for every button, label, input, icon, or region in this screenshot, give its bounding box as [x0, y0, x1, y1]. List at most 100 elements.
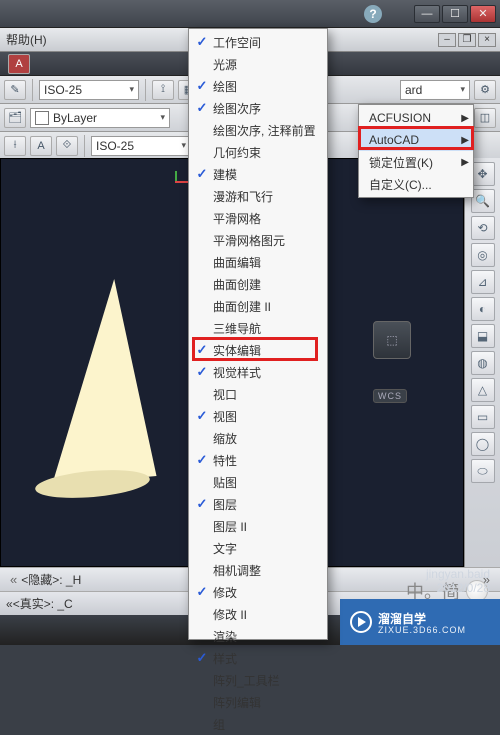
menu-item[interactable]: ✓绘图: [189, 75, 327, 97]
menu-item[interactable]: 绘图次序, 注释前置: [189, 119, 327, 141]
menu-item[interactable]: 平滑网格图元: [189, 229, 327, 251]
tool-icon[interactable]: ▭: [471, 405, 495, 429]
check-icon: ✓: [193, 165, 211, 183]
menu-item[interactable]: 图层 II: [189, 515, 327, 537]
tool-icon[interactable]: ⟟: [152, 80, 174, 100]
submenu-item[interactable]: 锁定位置(K)▶: [359, 151, 473, 173]
submenu-item[interactable]: AutoCAD▶: [359, 129, 473, 151]
close-button[interactable]: ✕: [470, 5, 496, 23]
menu-item[interactable]: 光源: [189, 53, 327, 75]
submenu-item[interactable]: 自定义(C)...: [359, 173, 473, 195]
nav-wheel-icon[interactable]: ◎: [471, 243, 495, 267]
menu-item[interactable]: 曲面创建: [189, 273, 327, 295]
menu-item-label: 视图: [213, 408, 319, 425]
menu-item-label: 建模: [213, 166, 319, 183]
separator: [145, 79, 146, 101]
check-icon: ✓: [193, 583, 211, 601]
tool-icon[interactable]: ⬭: [471, 459, 495, 483]
chevron-left-icon[interactable]: «: [6, 597, 13, 611]
check-icon: [193, 187, 211, 205]
menu-help[interactable]: 帮助(H): [6, 31, 47, 48]
submenu-arrow-icon: ▶: [461, 113, 469, 124]
menu-item[interactable]: ✓工作空间: [189, 31, 327, 53]
submenu-arrow-icon: ▶: [461, 135, 469, 146]
nav-zoom-icon[interactable]: 🔍: [471, 189, 495, 213]
maximize-button[interactable]: ☐: [442, 5, 468, 23]
menu-item[interactable]: 修改 II: [189, 603, 327, 625]
layer-combo[interactable]: ByLayer▾: [30, 108, 170, 128]
right-combo[interactable]: ard▾: [400, 80, 470, 100]
menu-item[interactable]: 曲面创建 II: [189, 295, 327, 317]
menu-item[interactable]: 几何约束: [189, 141, 327, 163]
menu-item[interactable]: ✓修改: [189, 581, 327, 603]
wcs-badge[interactable]: WCS: [373, 389, 407, 403]
dim-style-combo[interactable]: ISO-25▾: [39, 80, 139, 100]
app-menu-icon[interactable]: A: [8, 54, 30, 74]
tool-icon[interactable]: ⬓: [471, 324, 495, 348]
view-cube-face[interactable]: ⬚: [373, 321, 411, 359]
menu-item[interactable]: ✓视图: [189, 405, 327, 427]
tool-icon[interactable]: ✎: [4, 80, 26, 100]
menu-item[interactable]: 平滑网格: [189, 207, 327, 229]
tool-icon[interactable]: ◐: [471, 297, 495, 321]
menu-item[interactable]: 文字: [189, 537, 327, 559]
annotate-icon[interactable]: A: [30, 136, 52, 156]
menu-item[interactable]: ✓建模: [189, 163, 327, 185]
menu-item-label: 修改 II: [213, 606, 319, 623]
submenu-item-label: 自定义(C)...: [369, 176, 432, 193]
layer-state-icon[interactable]: 🗂: [4, 108, 26, 128]
tool-icon[interactable]: ⟐: [56, 136, 78, 156]
submenu-item-label: ACFUSION: [369, 111, 431, 125]
brand-sub: ZIXUE.3D66.COM: [378, 625, 466, 635]
tool-icon[interactable]: ◍: [471, 351, 495, 375]
check-icon: [193, 209, 211, 227]
tool-icon[interactable]: △: [471, 378, 495, 402]
menu-item[interactable]: 组: [189, 713, 327, 735]
menu-item[interactable]: 漫游和飞行: [189, 185, 327, 207]
menu-item[interactable]: ✓实体编辑: [189, 339, 327, 361]
menu-item[interactable]: ✓绘图次序: [189, 97, 327, 119]
mdi-minimize[interactable]: –: [438, 33, 456, 47]
menu-item[interactable]: 缩放: [189, 427, 327, 449]
menu-item-label: 平滑网格图元: [213, 232, 319, 249]
menu-item[interactable]: 曲面编辑: [189, 251, 327, 273]
user-date: 2012/0/28: [426, 581, 490, 595]
check-icon: ✓: [193, 495, 211, 513]
menu-item[interactable]: ✓图层: [189, 493, 327, 515]
check-icon: [193, 385, 211, 403]
play-icon: [350, 611, 372, 633]
menu-item[interactable]: 贴图: [189, 471, 327, 493]
menu-item[interactable]: 渲染: [189, 625, 327, 647]
mdi-restore[interactable]: ❐: [458, 33, 476, 47]
nav-pan-icon[interactable]: ✥: [471, 162, 495, 186]
toolbar-context-menu[interactable]: ✓工作空间光源✓绘图✓绘图次序绘图次序, 注释前置几何约束✓建模漫游和飞行平滑网…: [188, 28, 328, 640]
menu-item[interactable]: 相机调整: [189, 559, 327, 581]
help-icon[interactable]: ?: [364, 5, 382, 23]
user-label: jingyan.baid 2012/0/28: [426, 567, 490, 595]
menu-item[interactable]: ✓视觉样式: [189, 361, 327, 383]
dim-icon[interactable]: ⟊: [4, 136, 26, 156]
tool-icon[interactable]: ◫: [474, 108, 496, 128]
tool-icon[interactable]: ◯: [471, 432, 495, 456]
menu-item[interactable]: 阵列_工具栏: [189, 669, 327, 691]
tool-icon[interactable]: ⚙: [474, 80, 496, 100]
menu-item[interactable]: 视口: [189, 383, 327, 405]
view-cube[interactable]: ⬚ WCS: [373, 321, 411, 403]
menu-item[interactable]: ✓特性: [189, 449, 327, 471]
submenu-item[interactable]: ACFUSION ▶: [359, 107, 473, 129]
chevron-left-icon[interactable]: «: [6, 572, 21, 587]
menu-item[interactable]: 阵列编辑: [189, 691, 327, 713]
mdi-close[interactable]: ×: [478, 33, 496, 47]
menu-item[interactable]: ✓样式: [189, 647, 327, 669]
minimize-button[interactable]: —: [414, 5, 440, 23]
dim-style-combo-2[interactable]: ISO-25▾: [91, 136, 191, 156]
nav-orbit-icon[interactable]: ⟲: [471, 216, 495, 240]
separator: [84, 135, 85, 157]
combo-value: ISO-25: [96, 139, 134, 153]
tool-icon[interactable]: ⊿: [471, 270, 495, 294]
check-icon: ✓: [193, 33, 211, 51]
submenu-arrow-icon: ▶: [461, 157, 469, 168]
toolbar-submenu[interactable]: ACFUSION▶AutoCAD▶锁定位置(K)▶自定义(C)...: [358, 104, 474, 198]
menu-item[interactable]: 三维导航: [189, 317, 327, 339]
check-icon: [193, 429, 211, 447]
